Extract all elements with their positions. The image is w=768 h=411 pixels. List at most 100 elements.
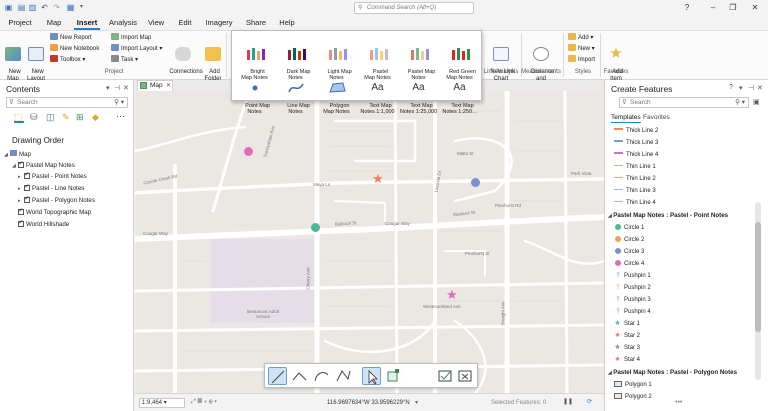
template-6[interactable]: Thin Line 4	[612, 199, 656, 207]
import-layout-button[interactable]: Import Layout ▾	[111, 44, 162, 53]
polygon-notes-group-header[interactable]: ◢ Pastel Map Notes : Pastel - Polygon No…	[608, 369, 737, 377]
template-point-10[interactable]: ★ Star 3	[612, 344, 640, 352]
new-map-button[interactable]: New Map	[3, 33, 23, 83]
arc-tool-icon[interactable]	[312, 367, 331, 385]
new-style-button[interactable]: New ▾	[568, 44, 595, 53]
manage-templates-icon[interactable]: ▣	[753, 98, 760, 106]
polyline-tool-icon[interactable]	[290, 367, 309, 385]
create-features-search-input[interactable]: ⊽ Search ⚲ ▾	[619, 97, 749, 108]
coordinate-format-chevron-icon[interactable]: ▾	[415, 399, 418, 407]
layer-checkbox[interactable]	[18, 207, 24, 215]
pane-options-icon[interactable]: ▾	[739, 84, 743, 92]
toc-point-notes[interactable]: ▸Pastel - Point Notes	[18, 171, 87, 181]
new-project-icon[interactable]: ▤	[17, 3, 26, 12]
map-navigation-icons[interactable]: ⤢ ▦ ⊹ ⊕ ▾	[191, 398, 217, 406]
template-point-6[interactable]: ⫯ Pushpin 3	[612, 296, 650, 304]
finish-sketch-icon[interactable]	[436, 367, 455, 385]
refresh-icon[interactable]: ⟳	[587, 398, 592, 406]
selection-icon[interactable]: ◫	[46, 113, 55, 122]
map-view[interactable]: Sunnyslope Ave Maya Ln Bailrock St Malta…	[135, 91, 604, 393]
layer-checkbox[interactable]	[24, 183, 30, 191]
connections-button[interactable]: Connections	[166, 33, 203, 76]
gallery-item-polygon-map-notes[interactable]: Polygon Map Notes	[316, 67, 357, 115]
tab-edit[interactable]: Edit	[176, 16, 194, 30]
template-point-7[interactable]: ⫯ Pushpin 4	[612, 308, 650, 316]
bezier-tool-icon[interactable]	[334, 367, 353, 385]
minimize-button[interactable]: –	[706, 2, 720, 14]
more-icon[interactable]: ···	[116, 112, 125, 121]
tab-templates[interactable]: Templates	[611, 114, 641, 123]
tab-analysis[interactable]: Analysis	[108, 16, 138, 30]
labeling-icon[interactable]: ◆	[92, 113, 99, 122]
toc-world-hillshade[interactable]: World Hillshade	[18, 219, 69, 229]
toc-world-topographic[interactable]: World Topographic Map	[18, 207, 91, 217]
tab-share[interactable]: Share	[244, 16, 268, 30]
pause-drawing-icon[interactable]: ❚❚	[563, 398, 573, 406]
tab-map[interactable]: Map	[44, 16, 64, 30]
help-icon[interactable]: ?	[729, 84, 733, 91]
map-note-circle-green[interactable]	[311, 223, 320, 232]
scrollbar-thumb[interactable]	[755, 222, 761, 332]
template-5[interactable]: Thin Line 3	[612, 187, 656, 195]
template-point-2[interactable]: Circle 3	[612, 248, 644, 256]
save-icon[interactable]: ▥	[28, 3, 37, 12]
tab-favorites[interactable]: Favorites	[643, 114, 670, 121]
template-polygon-0[interactable]: Polygon 1	[612, 381, 652, 389]
template-point-8[interactable]: ★ Star 1	[612, 320, 640, 328]
import-map-button[interactable]: Import Map	[111, 33, 151, 42]
tab-insert[interactable]: Insert	[74, 16, 100, 30]
gallery-item-pastel-map-notes-2[interactable]: Pastel Map Notes	[398, 33, 439, 81]
gallery-item-dark-map-notes[interactable]: Dark Map Notes	[275, 33, 316, 81]
toc-line-notes[interactable]: ▸Pastel - Line Notes	[18, 183, 84, 193]
gallery-item-point-map-notes[interactable]: Point Map Notes	[234, 67, 275, 115]
command-search-input[interactable]: ⚲ Command Search (Alt+Q)	[354, 2, 474, 14]
close-tab-icon[interactable]: ✕	[166, 81, 171, 91]
gallery-item-light-map-notes[interactable]: Light Map Notes	[316, 33, 357, 81]
template-1[interactable]: Thick Line 3	[612, 139, 658, 147]
template-point-5[interactable]: ⫯ Pushpin 2	[612, 284, 650, 292]
new-link-chart-button[interactable]: New Link Chart	[486, 33, 516, 83]
close-pane-icon[interactable]: ✕	[757, 84, 763, 92]
line-tool-icon[interactable]	[268, 367, 287, 385]
map-note-star-pink[interactable]: ★	[446, 288, 458, 301]
help-button[interactable]: ?	[680, 2, 694, 14]
add-folder-button[interactable]: Add Folder	[202, 33, 224, 83]
layer-checkbox[interactable]	[18, 219, 24, 227]
template-4[interactable]: Thin Line 2	[612, 175, 656, 183]
layer-checkbox[interactable]	[24, 171, 30, 179]
redo-icon[interactable]: ↷	[52, 3, 61, 12]
scale-selector[interactable]: 1:9,464 ▾	[139, 398, 185, 408]
add-style-button[interactable]: Add ▾	[568, 33, 593, 42]
tab-imagery[interactable]: Imagery	[204, 16, 234, 30]
editing-icon[interactable]: ✎	[62, 113, 70, 122]
import-style-button[interactable]: Import	[568, 55, 595, 64]
pane-options-icon[interactable]: ▾	[106, 84, 110, 92]
map-view-tab[interactable]: Map ✕	[137, 80, 173, 91]
template-3[interactable]: Thin Line 1	[612, 163, 656, 171]
quick-access-icon[interactable]: ▦	[66, 3, 75, 12]
toc-map[interactable]: ◢ Map	[4, 150, 31, 159]
template-point-11[interactable]: ★ Star 4	[612, 356, 640, 364]
new-notebook-button[interactable]: New Notebook	[50, 44, 99, 53]
toc-polygon-notes[interactable]: ▸Pastel - Polygon Notes	[18, 195, 95, 205]
discard-sketch-icon[interactable]	[456, 367, 475, 385]
map-note-circle-pink[interactable]	[244, 147, 253, 156]
task-button[interactable]: Task ▾	[111, 55, 138, 64]
auto-hide-icon[interactable]: ⊣	[114, 84, 120, 92]
tab-view[interactable]: View	[146, 16, 166, 30]
toc-pastel-map-notes[interactable]: ◢Pastel Map Notes	[12, 160, 75, 170]
map-note-circle-blue[interactable]	[471, 178, 480, 187]
template-point-1[interactable]: Circle 2	[612, 236, 644, 244]
auto-hide-icon[interactable]: ⊣	[748, 84, 754, 92]
customize-chevron-icon[interactable]: ▾	[77, 3, 86, 12]
new-report-button[interactable]: New Report	[50, 33, 92, 42]
gallery-item-text-map-notes-250[interactable]: Aa Text Map Notes 1:250...	[439, 67, 480, 115]
vertical-scrollbar[interactable]	[755, 202, 761, 380]
layer-checkbox[interactable]	[18, 160, 24, 168]
select-tool-icon[interactable]	[362, 367, 381, 385]
layer-checkbox[interactable]	[24, 195, 30, 203]
gallery-item-line-map-notes[interactable]: Line Map Notes	[275, 67, 316, 115]
close-pane-icon[interactable]: ✕	[123, 84, 129, 92]
drawing-order-icon[interactable]: ⬚	[14, 113, 24, 123]
template-0[interactable]: Thick Line 2	[612, 127, 658, 135]
